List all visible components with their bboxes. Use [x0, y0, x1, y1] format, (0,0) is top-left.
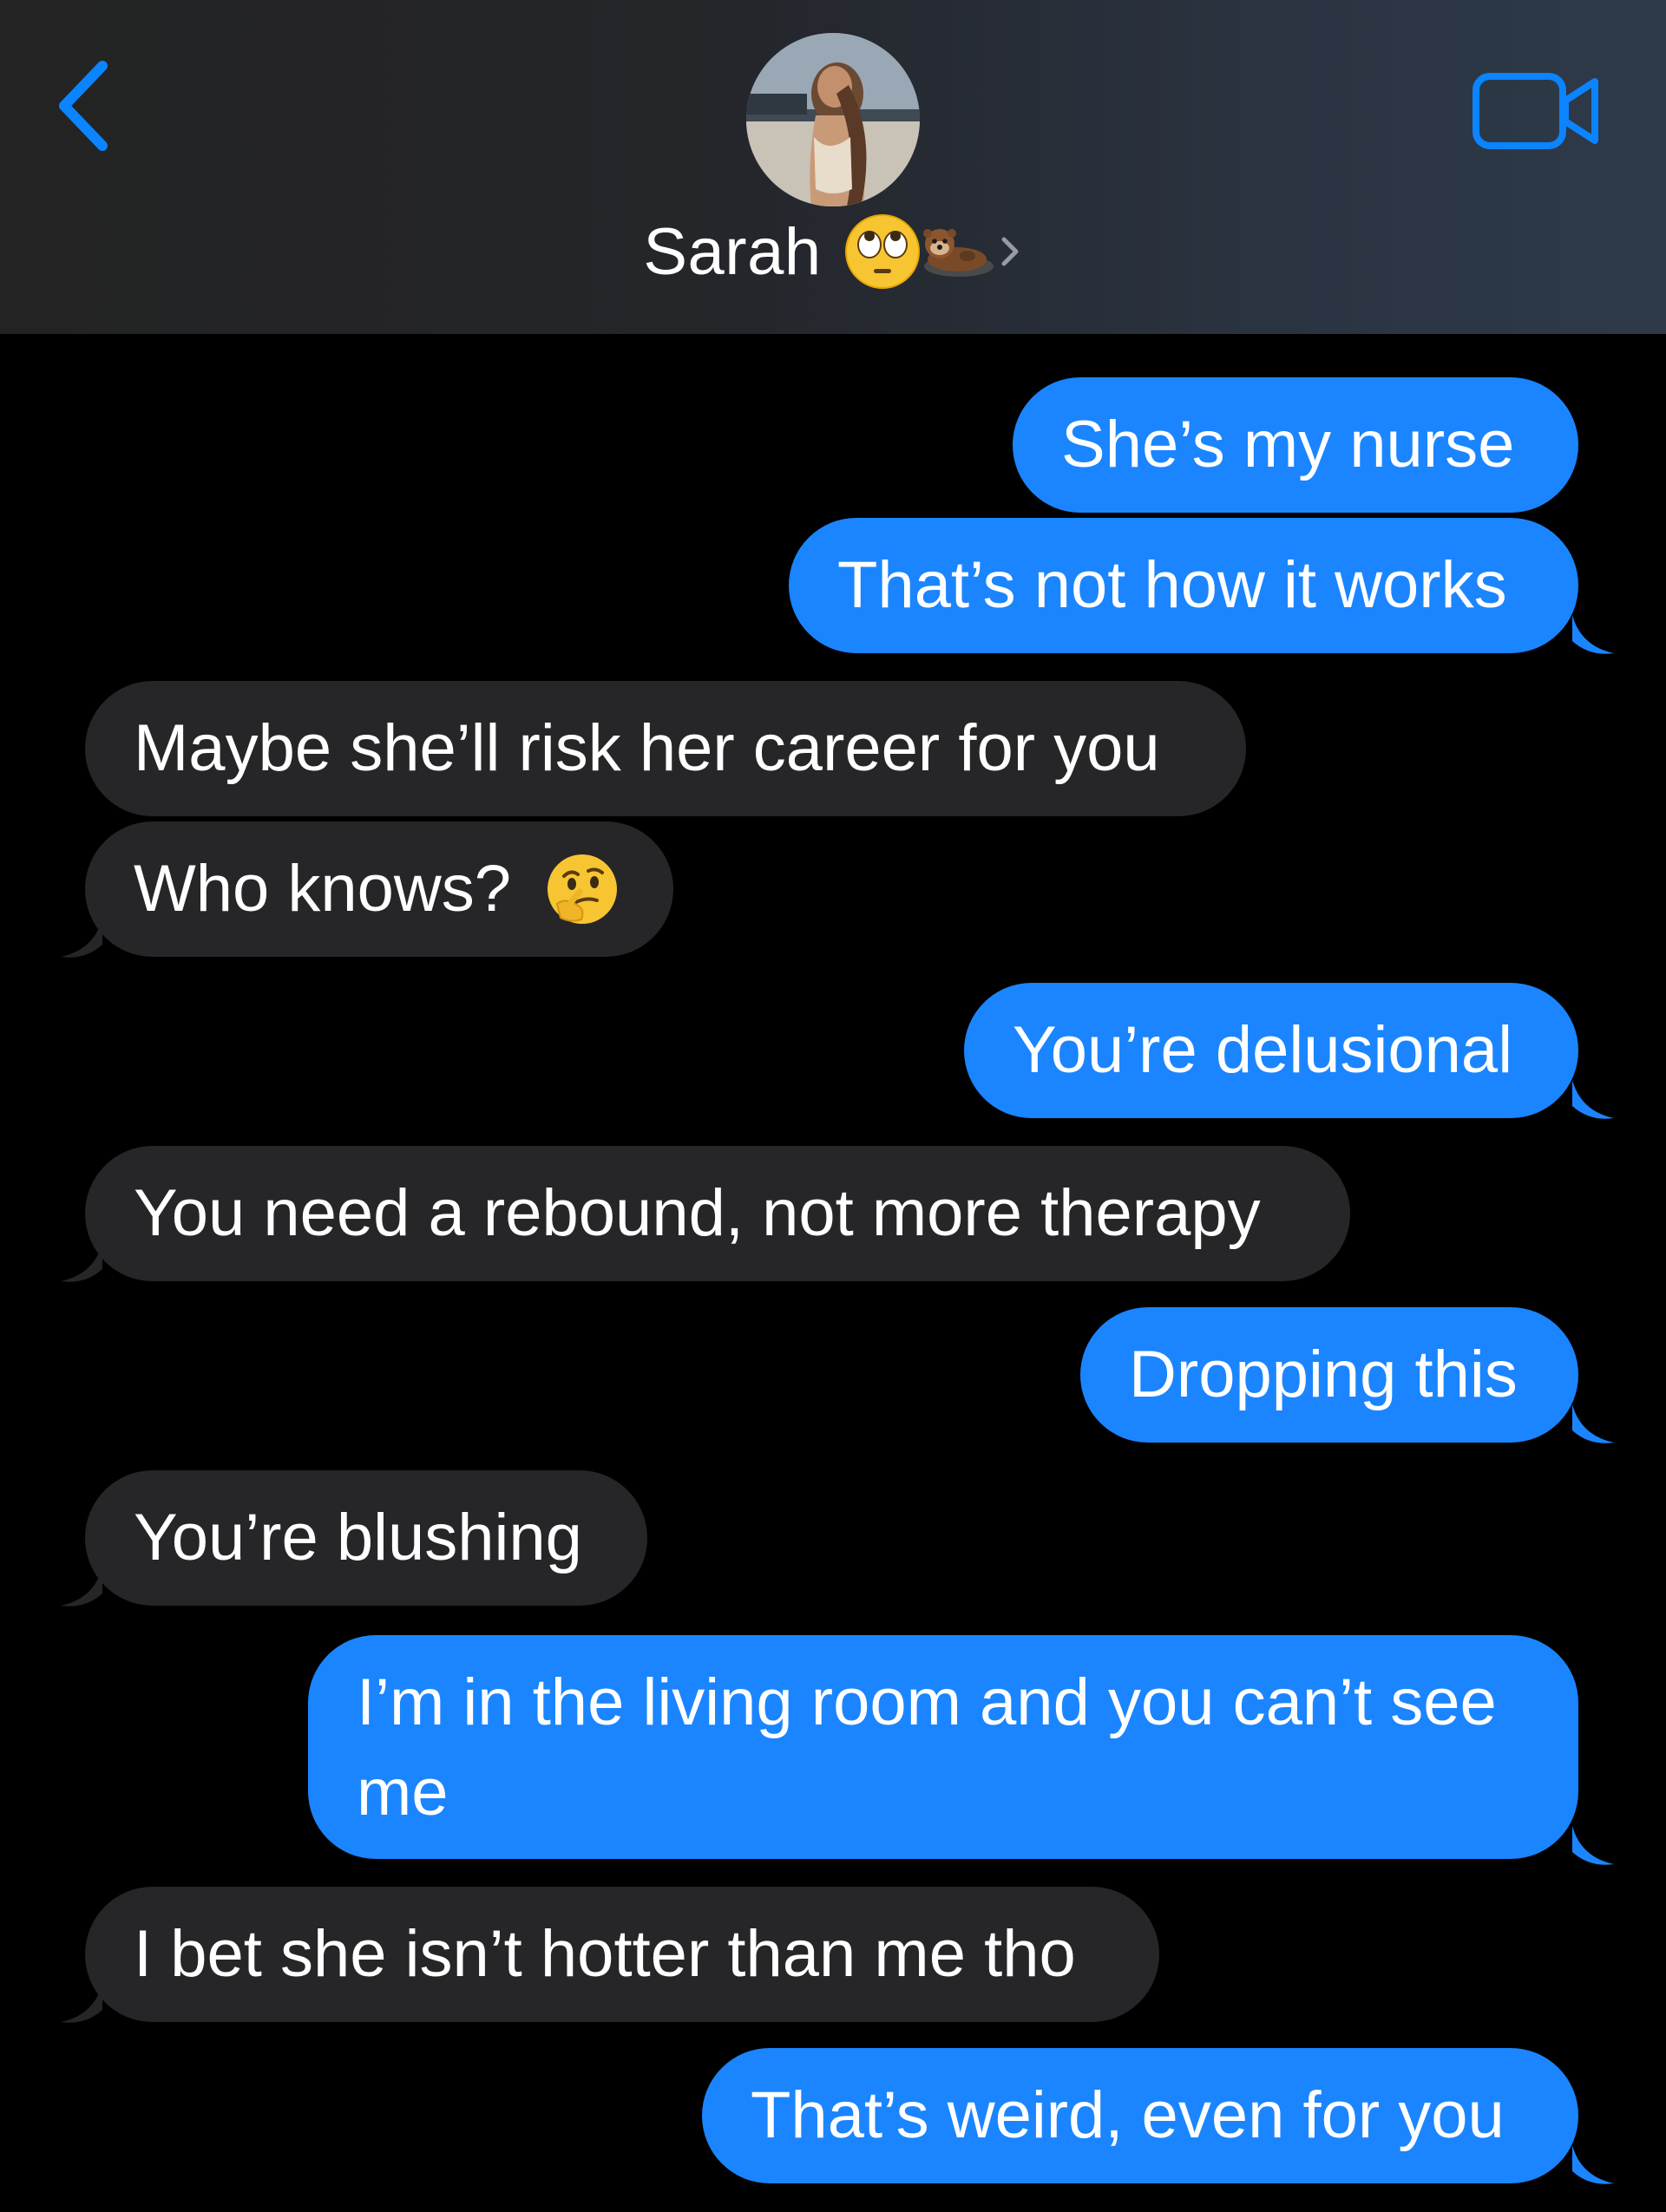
bubble-tail	[61, 919, 102, 958]
received-message[interactable]: Who knows?	[85, 821, 673, 957]
bubble-tail	[61, 1984, 102, 2023]
sent-message[interactable]: She’s my nurse	[1013, 377, 1578, 513]
sent-message[interactable]: That’s not how it works	[789, 518, 1578, 653]
sent-message[interactable]: Dropping this	[1080, 1307, 1578, 1443]
bubble-tail	[1572, 1404, 1614, 1443]
message-text: I bet she isn’t hotter than me tho	[134, 1917, 1076, 1991]
avatar-photo	[746, 33, 920, 206]
bubble-tail	[1572, 1080, 1614, 1119]
bubble-tail	[1572, 615, 1614, 654]
sent-message[interactable]: You’re delusional	[964, 983, 1578, 1118]
message-text: You need a rebound, not more therapy	[134, 1176, 1261, 1250]
video-camera-icon	[1473, 73, 1598, 149]
conversation-header: Sarah	[0, 0, 1666, 334]
video-call-button[interactable]	[1472, 68, 1602, 154]
bubble-tail	[61, 1243, 102, 1282]
contact-name-row[interactable]: Sarah	[0, 213, 1666, 291]
chevron-left-icon	[59, 61, 108, 151]
back-button[interactable]	[45, 54, 123, 158]
received-message[interactable]: Maybe she’ll risk her career for you	[85, 681, 1246, 816]
bubble-tail	[61, 1567, 102, 1607]
contact-avatar[interactable]	[746, 33, 920, 206]
message-text: I’m in the living room and you can’t see…	[357, 1666, 1497, 1829]
bubble-tail	[1572, 2145, 1614, 2184]
message-text: Who knows?	[134, 852, 512, 926]
face-with-rolling-eyes-icon	[844, 214, 920, 289]
message-thread[interactable]: She’s my nurse That’s not how it works M…	[0, 334, 1666, 2212]
message-text: Maybe she’ll risk her career for you	[134, 711, 1160, 785]
received-message[interactable]: You need a rebound, not more therapy	[85, 1146, 1350, 1281]
sent-message[interactable]: I’m in the living room and you can’t see…	[308, 1635, 1578, 1859]
received-message[interactable]: I bet she isn’t hotter than me tho	[85, 1887, 1159, 2022]
message-text: You’re delusional	[1013, 1013, 1513, 1087]
contact-name: Sarah	[643, 214, 822, 289]
message-text: That’s weird, even for you	[751, 2078, 1505, 2152]
received-message[interactable]: You’re blushing	[85, 1470, 647, 1606]
otter-icon	[922, 229, 994, 277]
chevron-right-icon	[1001, 237, 1019, 266]
message-text: You’re blushing	[134, 1501, 582, 1574]
bubble-tail	[1572, 1826, 1614, 1865]
message-text: That’s not how it works	[837, 548, 1507, 622]
message-text: Dropping this	[1129, 1338, 1518, 1411]
thinking-face-icon	[548, 854, 618, 924]
message-text: She’s my nurse	[1061, 408, 1515, 481]
sent-message[interactable]: That’s weird, even for you	[702, 2048, 1578, 2183]
